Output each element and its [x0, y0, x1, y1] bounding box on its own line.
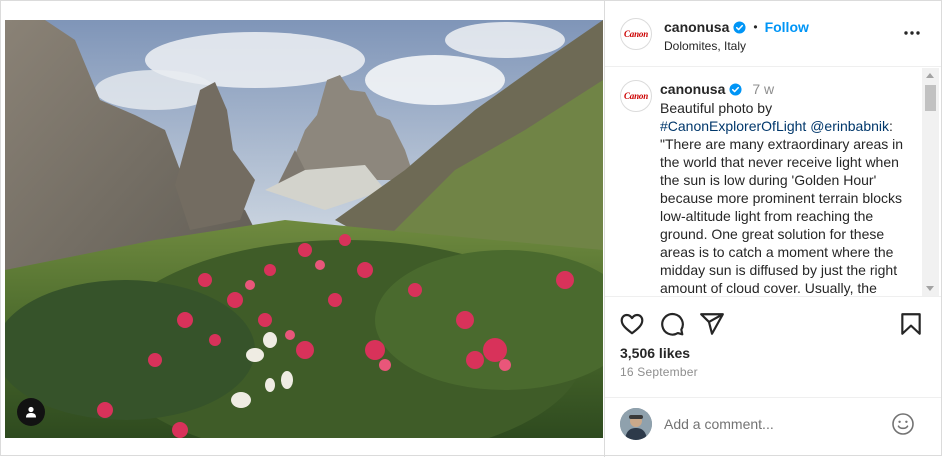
scroll-thumb[interactable]	[925, 85, 936, 111]
bookmark-icon[interactable]	[898, 311, 924, 337]
mention-link[interactable]: @erinbabnik	[810, 118, 889, 134]
post-date[interactable]: 16 September	[620, 365, 698, 379]
caption-area: Canon canonusa 7 w Beautiful photo by #C…	[605, 68, 925, 296]
verified-icon	[733, 20, 746, 34]
location-link[interactable]: Dolomites, Italy	[664, 39, 746, 53]
scroll-down-arrow[interactable]	[926, 286, 934, 291]
comment-input[interactable]	[664, 414, 879, 434]
username-link[interactable]: canonusa	[664, 19, 729, 35]
emoji-icon[interactable]	[891, 412, 915, 436]
caption-user-row: canonusa 7 w	[660, 81, 774, 97]
caption-avatar[interactable]: Canon	[620, 80, 652, 112]
caption-intro: Beautiful photo by	[660, 100, 773, 116]
post-dialog: Canon canonusa • Follow Dolomites, Italy…	[0, 0, 942, 457]
current-user-avatar	[620, 408, 652, 440]
comment-icon[interactable]	[659, 311, 685, 337]
post-photo[interactable]	[5, 20, 603, 438]
tagged-users-button[interactable]	[17, 398, 45, 426]
user-photo	[620, 408, 652, 440]
header-user-row: canonusa • Follow	[664, 19, 809, 35]
share-icon[interactable]	[699, 311, 725, 337]
verified-icon	[729, 82, 742, 96]
canon-logo: Canon	[623, 91, 648, 101]
caption-username[interactable]: canonusa	[660, 81, 725, 97]
caption-body: : "There are many extraordinary areas in…	[660, 118, 904, 296]
comment-box	[605, 398, 941, 455]
follow-button[interactable]: Follow	[765, 19, 809, 35]
user-icon	[26, 406, 36, 418]
hashtag-link[interactable]: #CanonExplorerOfLight	[660, 118, 806, 134]
more-horizontal-icon[interactable]	[903, 24, 921, 42]
post-header: Canon canonusa • Follow Dolomites, Italy	[605, 1, 941, 67]
likes-count[interactable]: 3,506 likes	[620, 345, 690, 361]
action-bar: 3,506 likes 16 September	[605, 297, 941, 397]
canon-logo: Canon	[623, 29, 648, 39]
time-ago[interactable]: 7 w	[752, 81, 774, 97]
caption-scrollbar[interactable]	[922, 68, 939, 296]
landscape-image	[5, 20, 603, 438]
avatar[interactable]: Canon	[620, 18, 652, 50]
heart-icon[interactable]	[619, 311, 645, 337]
caption-text: Beautiful photo by #CanonExplorerOfLight…	[660, 99, 910, 296]
separator-dot: •	[753, 20, 758, 34]
scroll-up-arrow[interactable]	[926, 73, 934, 78]
